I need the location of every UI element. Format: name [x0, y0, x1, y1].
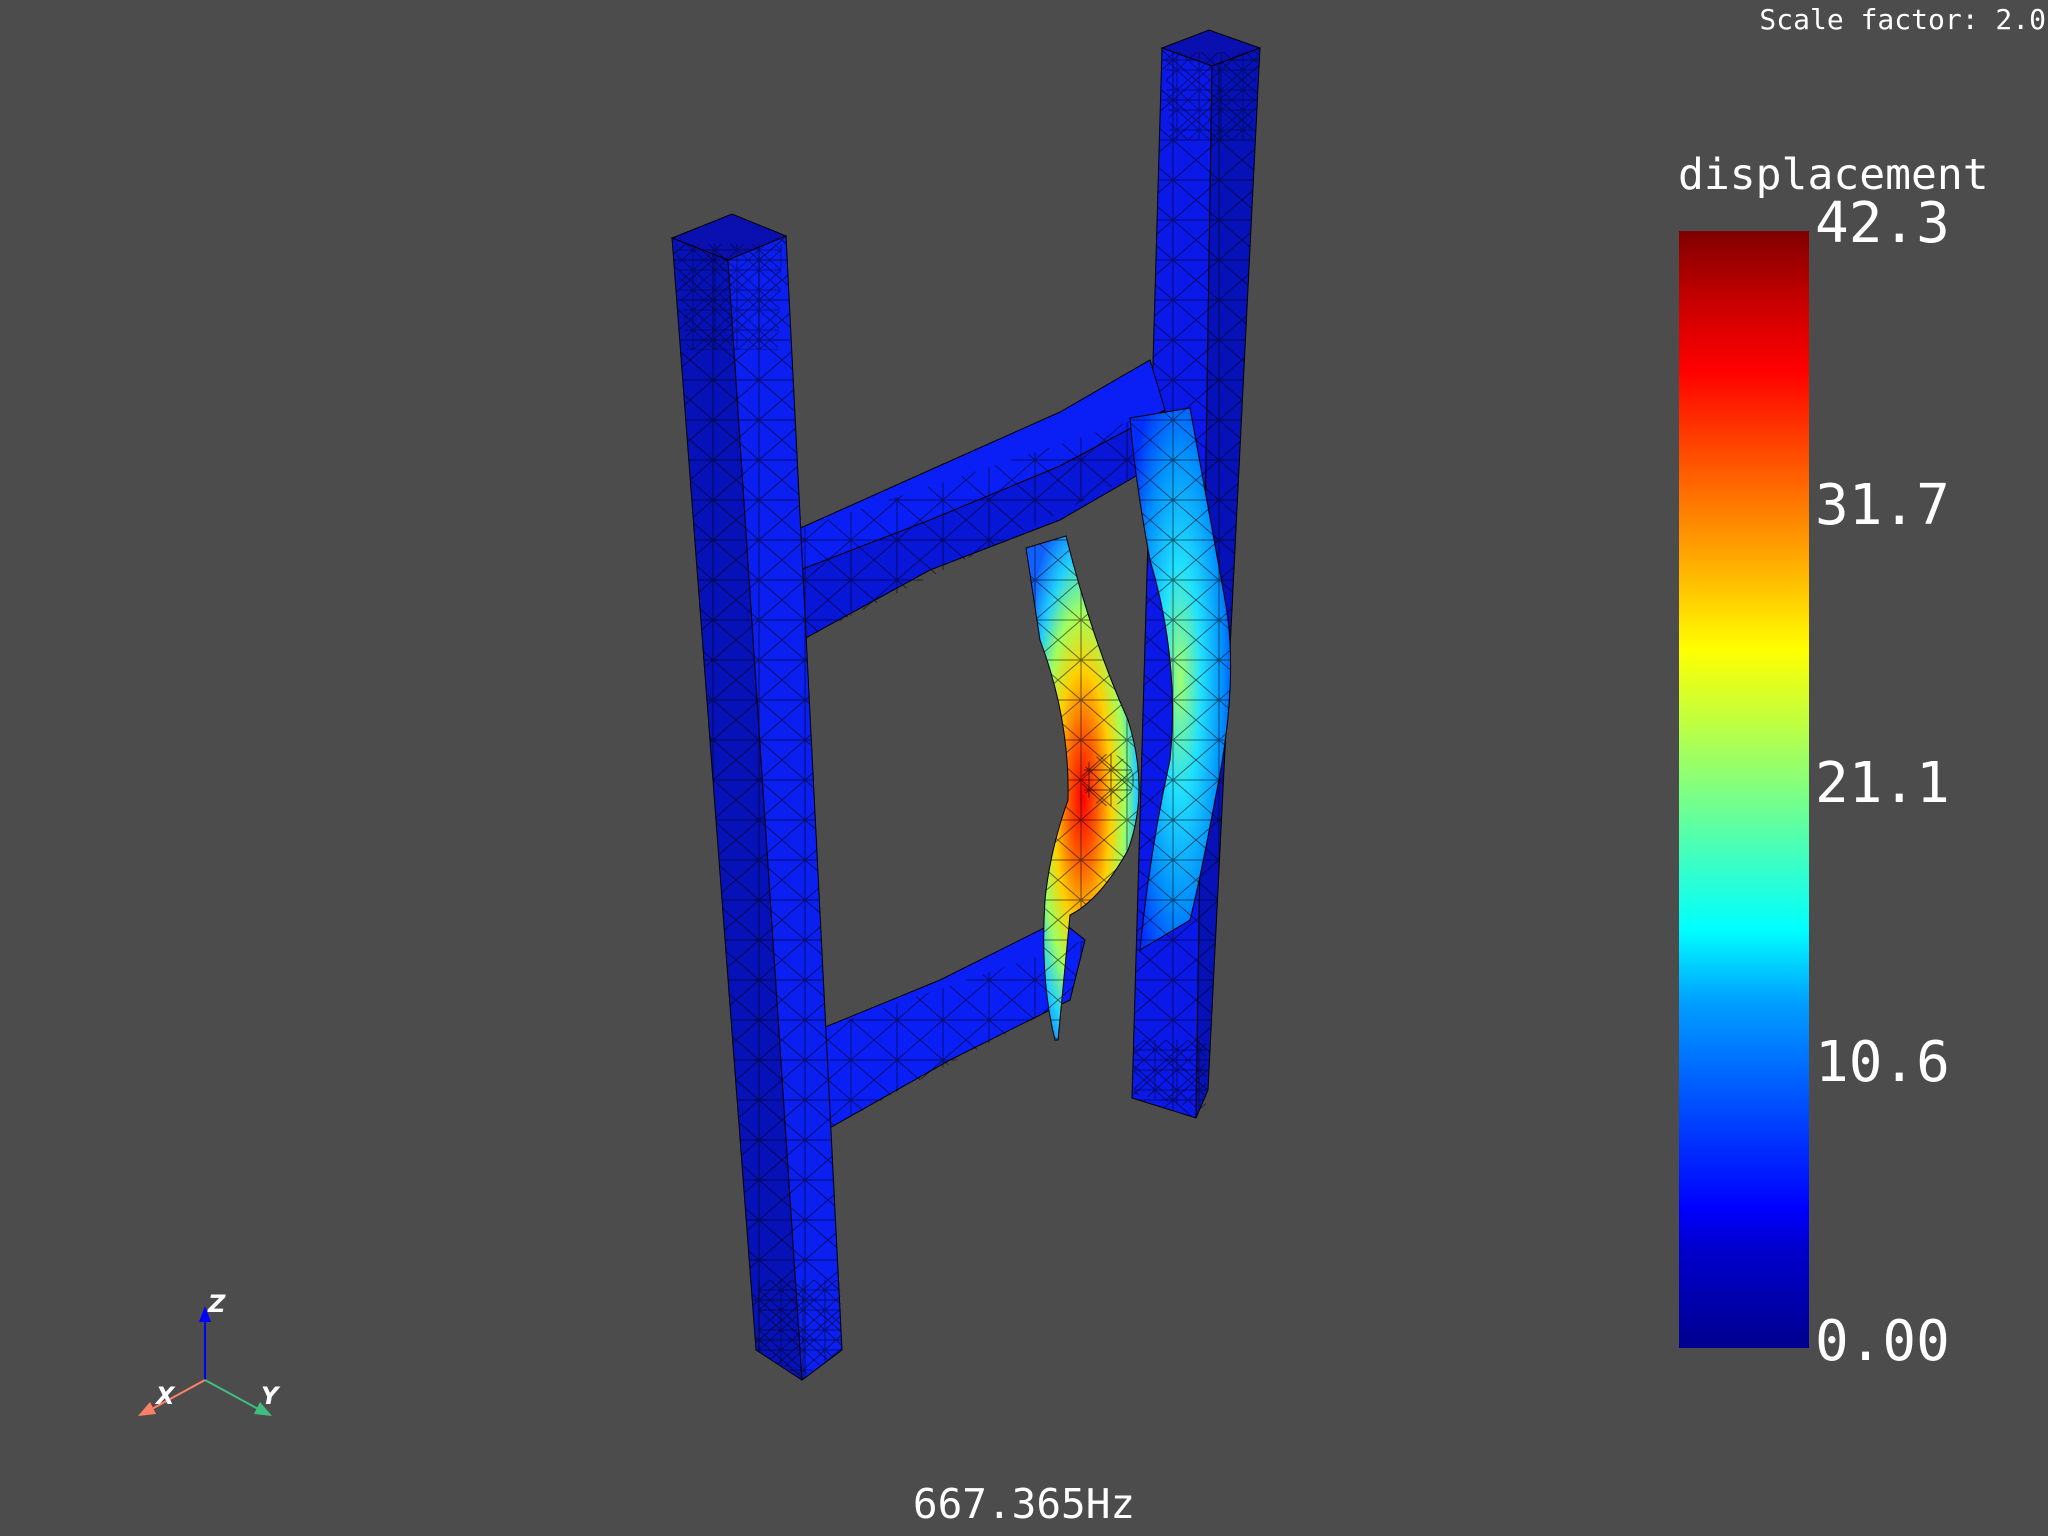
colorbar-gradient [1679, 231, 1809, 1348]
render-viewport[interactable]: Z X Y Scale factor: 2.0 displacement 42.… [0, 0, 2048, 1536]
upper-beam [795, 359, 1166, 641]
x-axis-arrowhead [138, 1402, 156, 1416]
colorbar-tick-1: 10.6 [1815, 1030, 1950, 1095]
colorbar-tick-2: 21.1 [1815, 751, 1950, 816]
x-axis-label: X [156, 1382, 175, 1410]
frequency-label: 667.365Hz [912, 1480, 1136, 1528]
y-axis-line [204, 1379, 261, 1411]
colorbar-tick-min: 0.00 [1815, 1309, 1950, 1374]
scale-factor-label: Scale factor: 2.0 [1759, 3, 2046, 36]
colorbar-tick-3: 31.7 [1815, 473, 1950, 538]
z-axis-label: Z [208, 1290, 226, 1318]
colorbar-tick-max: 42.3 [1815, 191, 1950, 256]
y-axis-label: Y [261, 1382, 279, 1410]
left-post [670, 213, 843, 1381]
